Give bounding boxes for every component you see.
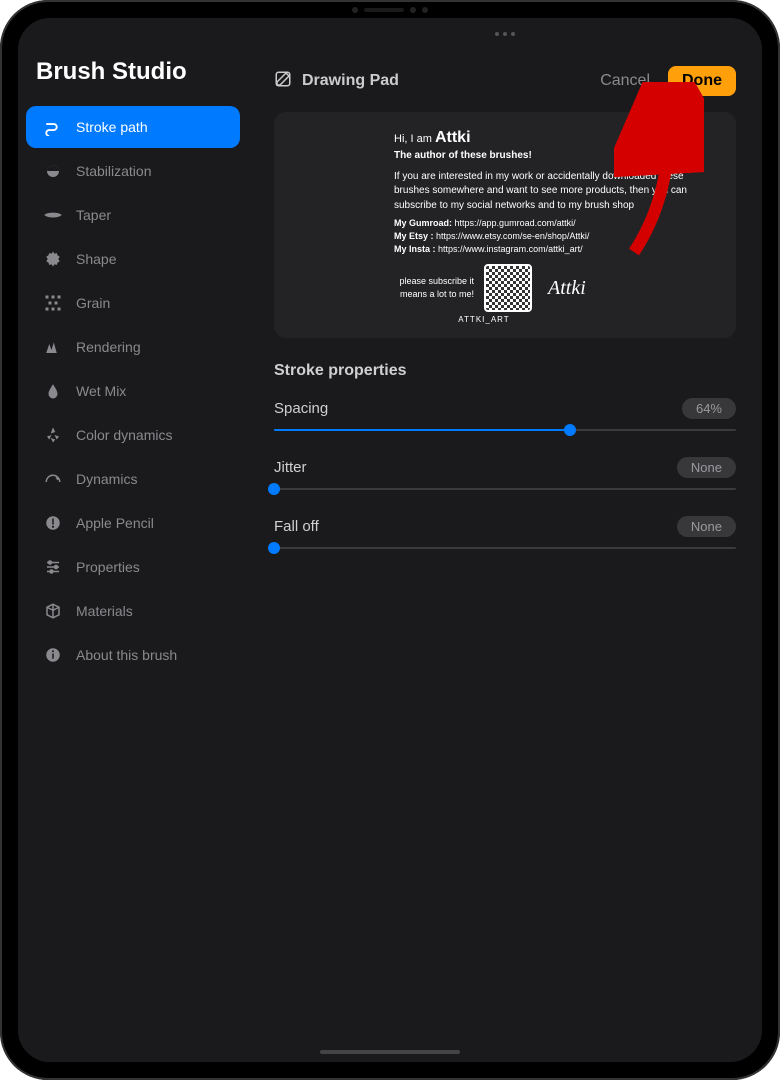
sidebar: Brush Studio Stroke path Stabilization T… bbox=[18, 18, 248, 1062]
rendering-icon bbox=[44, 338, 62, 356]
slider-thumb[interactable] bbox=[268, 483, 280, 495]
home-indicator[interactable] bbox=[320, 1050, 460, 1054]
preview-link-etsy: My Etsy : https://www.etsy.com/se-en/sho… bbox=[394, 230, 716, 243]
slider-value[interactable]: None bbox=[677, 457, 736, 478]
sidebar-item-color-dynamics[interactable]: Color dynamics bbox=[26, 414, 240, 456]
slider-value[interactable]: None bbox=[677, 516, 736, 537]
qr-label: ATTKI_ART bbox=[394, 314, 574, 326]
sidebar-item-stabilization[interactable]: Stabilization bbox=[26, 150, 240, 192]
qr-code bbox=[484, 264, 532, 312]
sidebar-item-apple-pencil[interactable]: Apple Pencil bbox=[26, 502, 240, 544]
wet-mix-icon bbox=[44, 382, 62, 400]
sidebar-item-wet-mix[interactable]: Wet Mix bbox=[26, 370, 240, 412]
sidebar-item-label: Wet Mix bbox=[76, 383, 126, 399]
sidebar-item-stroke-path[interactable]: Stroke path bbox=[26, 106, 240, 148]
slider-thumb[interactable] bbox=[268, 542, 280, 554]
done-button[interactable]: Done bbox=[668, 66, 736, 96]
sidebar-item-label: Dynamics bbox=[76, 471, 137, 487]
section-heading: Stroke properties bbox=[274, 362, 736, 380]
properties-icon bbox=[44, 558, 62, 576]
color-dynamics-icon bbox=[44, 426, 62, 444]
sidebar-item-label: Stabilization bbox=[76, 163, 152, 179]
sidebar-item-materials[interactable]: Materials bbox=[26, 590, 240, 632]
info-icon bbox=[44, 646, 62, 664]
cancel-button[interactable]: Cancel bbox=[600, 72, 650, 90]
sidebar-item-label: Apple Pencil bbox=[76, 515, 154, 531]
sidebar-item-grain[interactable]: Grain bbox=[26, 282, 240, 324]
sidebar-item-label: Grain bbox=[76, 295, 110, 311]
panel-title: Drawing Pad bbox=[302, 72, 399, 90]
grain-icon bbox=[44, 294, 62, 312]
slider-track[interactable] bbox=[274, 488, 736, 490]
preview-subtitle: The author of these brushes! bbox=[394, 149, 716, 164]
taper-icon bbox=[44, 206, 62, 224]
sidebar-item-label: About this brush bbox=[76, 647, 177, 663]
sidebar-item-label: Stroke path bbox=[76, 119, 148, 135]
preview-name: Attki bbox=[435, 129, 471, 146]
edit-icon bbox=[274, 70, 292, 93]
sidebar-item-about[interactable]: About this brush bbox=[26, 634, 240, 676]
shape-icon bbox=[44, 250, 62, 268]
slider-value[interactable]: 64% bbox=[682, 398, 736, 419]
dynamics-icon bbox=[44, 470, 62, 488]
sidebar-item-label: Materials bbox=[76, 603, 133, 619]
slider-jitter: Jitter None bbox=[274, 457, 736, 490]
sidebar-item-label: Rendering bbox=[76, 339, 141, 355]
preview-body: If you are interested in my work or acci… bbox=[394, 170, 716, 214]
slider-spacing: Spacing 64% bbox=[274, 398, 736, 431]
sidebar-item-label: Properties bbox=[76, 559, 140, 575]
stabilization-icon bbox=[44, 162, 62, 180]
slider-track[interactable] bbox=[274, 547, 736, 549]
slider-track[interactable] bbox=[274, 429, 736, 431]
sidebar-item-label: Taper bbox=[76, 207, 111, 223]
slider-label: Fall off bbox=[274, 518, 319, 535]
slider-falloff: Fall off None bbox=[274, 516, 736, 549]
drag-handle[interactable] bbox=[495, 32, 515, 36]
slider-label: Jitter bbox=[274, 459, 307, 476]
sidebar-item-label: Shape bbox=[76, 251, 116, 267]
preview-link-insta: My Insta : https://www.instagram.com/att… bbox=[394, 243, 716, 256]
sidebar-item-dynamics[interactable]: Dynamics bbox=[26, 458, 240, 500]
preview-link-gumroad: My Gumroad: https://app.gumroad.com/attk… bbox=[394, 217, 716, 230]
sidebar-item-rendering[interactable]: Rendering bbox=[26, 326, 240, 368]
slider-thumb[interactable] bbox=[564, 424, 576, 436]
preview-footer-text: please subscribe it means a lot to me! bbox=[394, 275, 474, 301]
topbar-title-group[interactable]: Drawing Pad bbox=[274, 70, 399, 93]
drawing-pad-preview[interactable]: Hi, I am Attki The author of these brush… bbox=[274, 112, 736, 338]
materials-icon bbox=[44, 602, 62, 620]
sidebar-list: Stroke path Stabilization Taper Shape Gr… bbox=[18, 106, 248, 676]
topbar: Drawing Pad Cancel Done bbox=[274, 66, 736, 96]
signature: Attki bbox=[548, 274, 586, 303]
sidebar-item-taper[interactable]: Taper bbox=[26, 194, 240, 236]
app-title: Brush Studio bbox=[18, 58, 248, 104]
slider-label: Spacing bbox=[274, 400, 328, 417]
stroke-path-icon bbox=[44, 118, 62, 136]
main-panel: Drawing Pad Cancel Done Hi, I am Attki T… bbox=[248, 18, 762, 1062]
apple-pencil-icon bbox=[44, 514, 62, 532]
sidebar-item-shape[interactable]: Shape bbox=[26, 238, 240, 280]
preview-hi: Hi, I am bbox=[394, 133, 432, 145]
sidebar-item-properties[interactable]: Properties bbox=[26, 546, 240, 588]
sidebar-item-label: Color dynamics bbox=[76, 427, 172, 443]
